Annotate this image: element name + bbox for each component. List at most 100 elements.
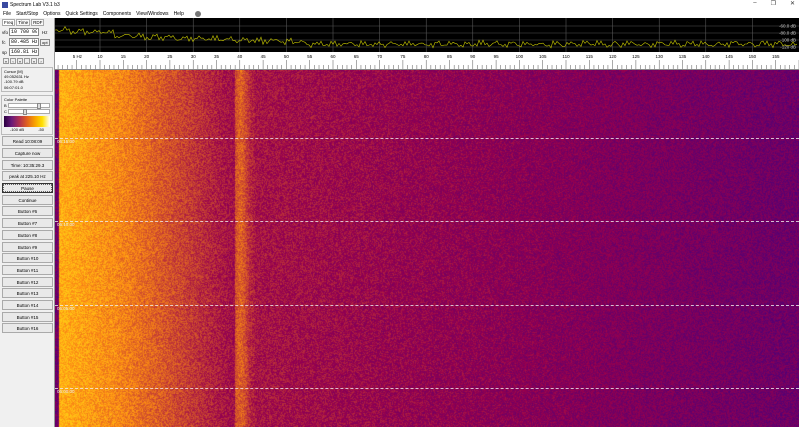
axis-label: 105: [539, 54, 547, 59]
button-time-10-35-29-3: Time: 10:35:29.3: [2, 160, 53, 170]
axis-label: 60: [330, 54, 336, 59]
cursor-info: Cursor [M] 49.052631 Hz -100.79 dB 06:07…: [1, 67, 53, 92]
button-button-12[interactable]: Button #12: [2, 277, 53, 287]
button-button-11[interactable]: Button #11: [2, 265, 53, 275]
axis-label: 75: [400, 54, 406, 59]
axis-label: 130: [655, 54, 663, 59]
axis-label: 30: [191, 54, 197, 59]
time-label: 06:05:00: [57, 306, 75, 311]
axis-label: 65: [354, 54, 360, 59]
axis-label: 100: [516, 54, 524, 59]
button-pause[interactable]: Pause: [2, 183, 53, 193]
axis-label: 95: [494, 54, 500, 59]
menu-quick-settings[interactable]: Quick Settings: [66, 11, 98, 17]
opt-button[interactable]: opt: [40, 39, 50, 46]
time-gridline: [55, 388, 799, 389]
nav-arrow-button[interactable]: ‹: [10, 58, 16, 64]
axis-label: 135: [679, 54, 687, 59]
cursor-time: 06:07:01.0: [4, 85, 50, 90]
button-peak-at-225-10-hz: peak at 225.10 Hz: [2, 171, 53, 181]
button-button-14[interactable]: Button #14: [2, 300, 53, 310]
fc-label: fc: [2, 40, 8, 45]
button-button-15[interactable]: Button #15: [2, 312, 53, 322]
nav-arrow-button[interactable]: -: [24, 58, 30, 64]
nav-arrow-button[interactable]: «: [3, 58, 9, 64]
axis-label: 145: [725, 54, 733, 59]
sp-input[interactable]: [9, 48, 39, 56]
axis-label: 35: [214, 54, 220, 59]
brightness-label: B: [4, 103, 7, 108]
tab-time[interactable]: Time: [16, 19, 30, 26]
vfo-input[interactable]: [9, 28, 39, 36]
db-label: -80.0 dB: [779, 31, 796, 36]
button-button-9[interactable]: Button #9: [2, 242, 53, 252]
axis-label: 85: [447, 54, 453, 59]
menu-options[interactable]: Options: [43, 11, 60, 17]
axis-label: 55: [307, 54, 313, 59]
time-gridline: [55, 221, 799, 222]
frequency-axis[interactable]: 5 Hz 10 15 20 25 30 35 40 45 50 55 60 65 70 75 80 85 90 95…: [55, 52, 799, 70]
axis-label: 115: [586, 54, 594, 59]
spectrum-plot[interactable]: -60.0 dB-80.0 dB-100 dB-120 dB: [55, 18, 799, 52]
sp-label: sp: [2, 50, 8, 55]
tab-rdf[interactable]: RDF: [31, 19, 44, 26]
axis-label: 5 Hz: [73, 54, 83, 59]
color-palette: Color Palette B C -100 dB -50: [1, 95, 53, 135]
button-button-6[interactable]: Button #6: [2, 206, 53, 216]
menu-help[interactable]: Help: [174, 11, 184, 17]
button-read-10-08-09[interactable]: Read 10:08:09: [2, 136, 53, 146]
minimize-button[interactable]: –: [753, 0, 756, 7]
palette-max: -50: [38, 127, 44, 132]
time-label: 06:00:00: [57, 389, 75, 394]
window-title: Spectrum Lab V3.1 b3: [10, 2, 60, 8]
fc-input[interactable]: [9, 38, 39, 46]
vfo-unit: Hz: [42, 30, 48, 35]
axis-label: 70: [377, 54, 383, 59]
time-gridline: [55, 138, 799, 139]
db-label: -100 dB: [780, 38, 796, 43]
axis-label: 125: [632, 54, 640, 59]
contrast-slider[interactable]: [8, 109, 50, 114]
button-button-7[interactable]: Button #7: [2, 218, 53, 228]
axis-label: 20: [144, 54, 150, 59]
menu-bar: File Start/Stop Options Quick Settings C…: [0, 9, 799, 18]
button-capture-now[interactable]: Capture now: [2, 148, 53, 158]
button-button-16[interactable]: Button #16: [2, 323, 53, 333]
waterfall-display[interactable]: [55, 70, 799, 427]
button-continue[interactable]: Continue: [2, 195, 53, 205]
axis-label: 150: [749, 54, 757, 59]
axis-label: 40: [237, 54, 243, 59]
nav-arrow-button[interactable]: »: [31, 58, 37, 64]
button-button-8[interactable]: Button #8: [2, 230, 53, 240]
axis-label: 140: [702, 54, 710, 59]
axis-label: 15: [121, 54, 127, 59]
app-icon: [2, 2, 8, 8]
axis-label: 25: [167, 54, 173, 59]
time-label: 06:15:00: [57, 139, 75, 144]
axis-label: 50: [284, 54, 290, 59]
menu-view-windows[interactable]: View/Windows: [136, 11, 168, 17]
nav-arrow-button[interactable]: «: [17, 58, 23, 64]
brightness-slider[interactable]: [8, 103, 50, 108]
record-indicator-icon[interactable]: [195, 11, 201, 17]
time-gridline: [55, 305, 799, 306]
close-button[interactable]: ✕: [790, 0, 795, 7]
palette-gradient: [4, 116, 50, 127]
restore-button[interactable]: ❐: [771, 0, 776, 7]
nav-arrow-button[interactable]: ›: [38, 58, 44, 64]
axis-label: 155: [772, 54, 780, 59]
axis-label: 120: [609, 54, 617, 59]
menu-start-stop[interactable]: Start/Stop: [16, 11, 38, 17]
axis-label: 110: [562, 54, 570, 59]
axis-label: 45: [261, 54, 267, 59]
button-button-13[interactable]: Button #13: [2, 288, 53, 298]
palette-title: Color Palette: [4, 97, 50, 102]
db-label: -60.0 dB: [779, 24, 796, 29]
tab-freq[interactable]: Freq: [2, 19, 15, 26]
menu-components[interactable]: Components: [103, 11, 131, 17]
button-button-10[interactable]: Button #10: [2, 253, 53, 263]
contrast-label: C: [4, 109, 7, 114]
axis-label: 90: [470, 54, 476, 59]
axis-label: 10: [97, 54, 103, 59]
menu-file[interactable]: File: [3, 11, 11, 17]
